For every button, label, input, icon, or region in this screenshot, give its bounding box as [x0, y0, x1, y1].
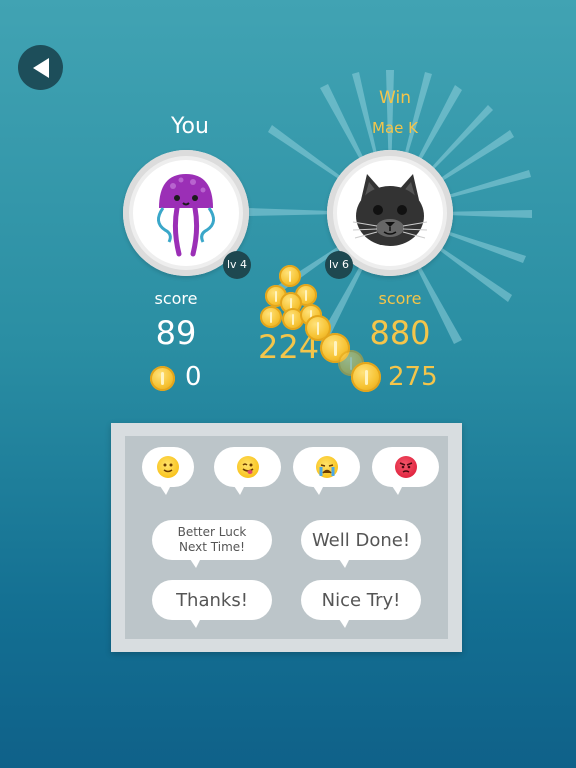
- you-coin-count: 0: [185, 362, 202, 392]
- phrase-thanks-button[interactable]: Thanks!: [152, 580, 272, 628]
- cat-icon: [352, 174, 428, 246]
- you-level-badge: lv 4: [223, 251, 251, 279]
- quick-message-panel: Better Luck Next Time! Well Done! Thanks…: [111, 423, 462, 652]
- you-label: You: [171, 114, 209, 139]
- phrase-label: Thanks!: [176, 589, 248, 611]
- coin-icon: [279, 265, 301, 287]
- coin-icon: [260, 306, 282, 328]
- smile-emoji-icon: [157, 456, 179, 478]
- emoji-wink-button[interactable]: [214, 447, 281, 495]
- phrase-label: Well Done!: [311, 529, 411, 551]
- you-score-label: score: [154, 289, 198, 308]
- wink-tongue-emoji-icon: [236, 456, 259, 478]
- emoji-angry-button[interactable]: [372, 447, 439, 495]
- opponent-score: 880: [369, 314, 431, 352]
- emoji-crying-button[interactable]: [293, 447, 360, 495]
- jellyfish-icon: [157, 174, 215, 257]
- back-button[interactable]: [18, 45, 63, 90]
- opponent-name: Mae K: [372, 119, 418, 137]
- quick-message-area: Better Luck Next Time! Well Done! Thanks…: [125, 436, 448, 639]
- opponent-coin-count: 275: [388, 362, 438, 392]
- opponent-score-label: score: [378, 289, 422, 308]
- back-arrow-icon: [32, 57, 49, 78]
- phrase-nice-try-button[interactable]: Nice Try!: [301, 580, 421, 628]
- opponent-coin-icon: [351, 362, 381, 392]
- phrase-well-done-button[interactable]: Well Done!: [301, 520, 421, 568]
- opponent-level-badge: lv 6: [325, 251, 353, 279]
- crying-emoji-icon: [315, 456, 338, 478]
- phrase-label: Better Luck Next Time!: [177, 525, 247, 554]
- phrase-better-luck-button[interactable]: Better Luck Next Time!: [152, 520, 272, 568]
- you-score: 89: [155, 314, 197, 352]
- you-coin-icon: [150, 366, 175, 391]
- phrase-label: Nice Try!: [321, 589, 401, 611]
- win-label: Win: [379, 88, 411, 108]
- emoji-smile-button[interactable]: [142, 447, 194, 495]
- angry-emoji-icon: [394, 456, 417, 478]
